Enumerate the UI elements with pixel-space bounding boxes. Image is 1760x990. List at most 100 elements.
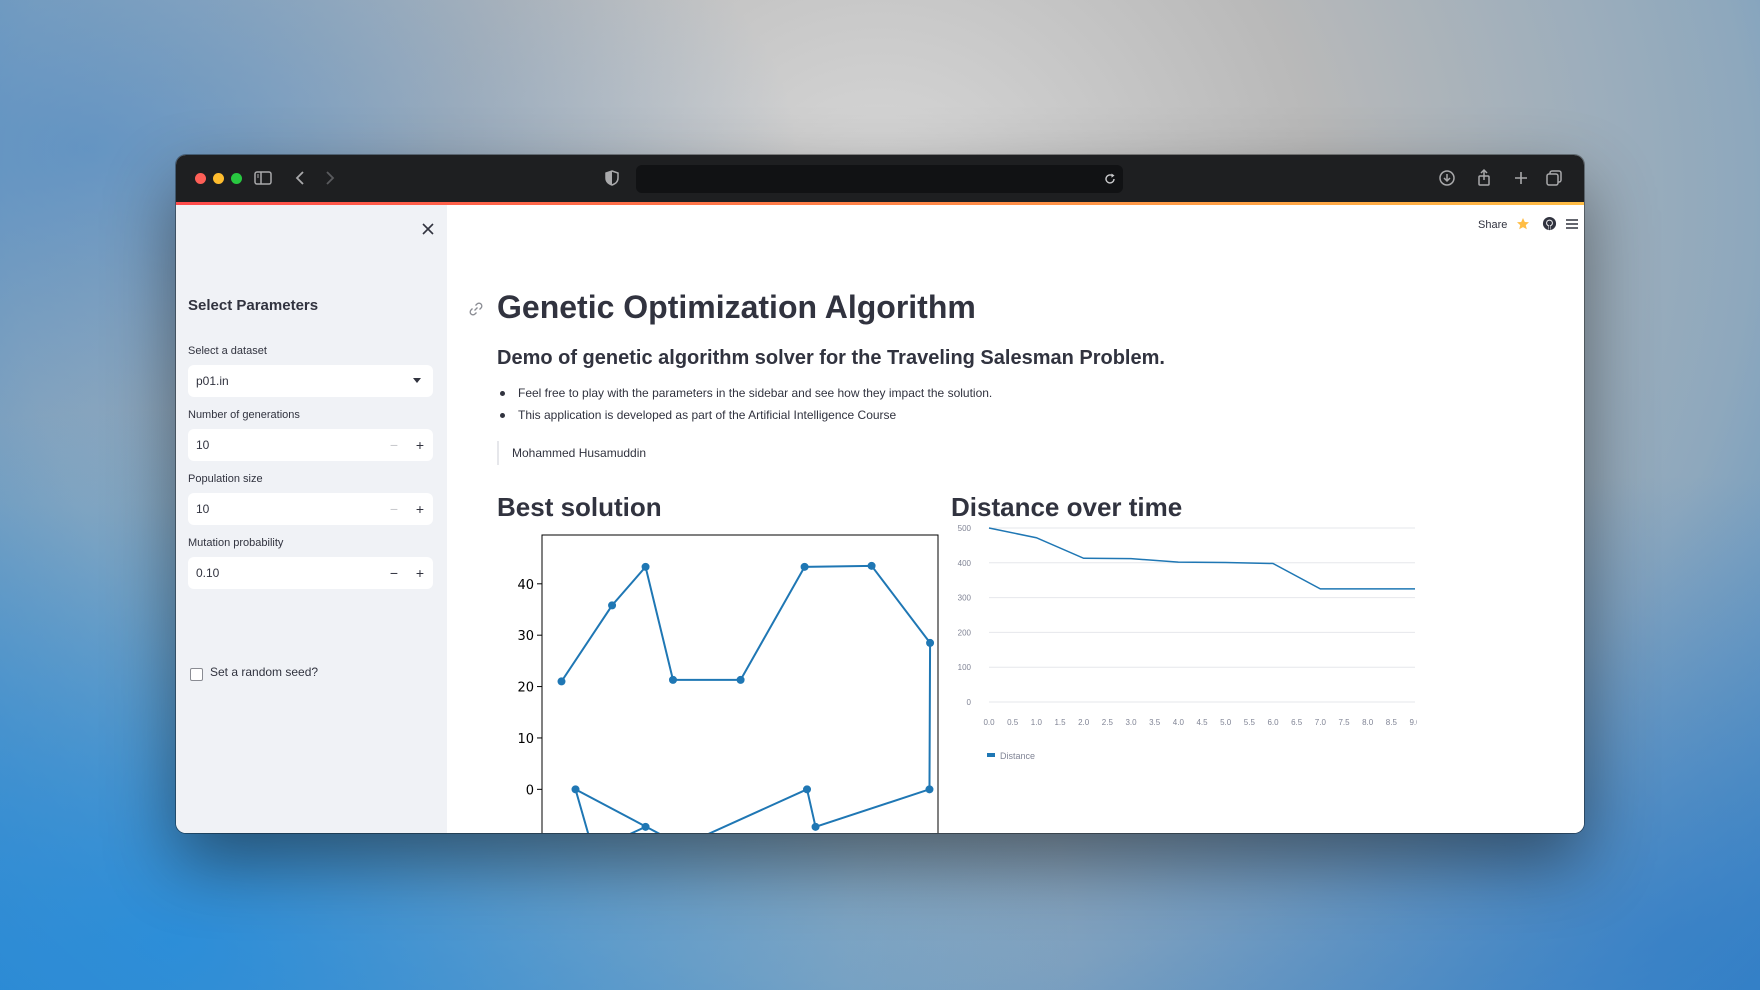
generations-input[interactable]: 10 − + [188,429,433,461]
mutation-increment-button[interactable]: + [407,557,433,589]
x-tick-label: 4.0 [1173,718,1185,727]
city-point [867,561,876,570]
star-icon[interactable] [1516,217,1530,231]
city-point [557,677,566,686]
distance-heading: Distance over time [951,492,1183,522]
x-tick-label: 2.5 [1102,718,1114,727]
generations-increment-button[interactable]: + [407,429,433,461]
generations-decrement-button[interactable]: − [381,429,407,461]
forward-icon[interactable] [318,167,340,189]
generations-value[interactable]: 10 [196,438,209,452]
y-tick-label: 30 [517,629,534,644]
population-value[interactable]: 10 [196,502,209,516]
best-solution-chart: 40 30 20 10 0 [517,534,939,833]
bullet-icon [500,413,505,418]
close-window-button[interactable] [195,173,206,184]
new-tab-icon[interactable] [1510,167,1532,189]
x-tick-label: 9.0 [1409,718,1417,727]
x-tick-label: 3.5 [1149,718,1161,727]
x-tick-label: 7.0 [1315,718,1327,727]
sidebar-toggle-icon[interactable] [252,167,274,189]
zoom-window-button[interactable] [231,173,242,184]
sidebar-title: Select Parameters [188,297,319,314]
x-tick-label: 5.5 [1244,718,1256,727]
x-tick-label: 1.5 [1054,718,1066,727]
github-icon[interactable] [1542,216,1557,231]
city-point [803,785,812,794]
author-quote: Mohammed Husamuddin [497,441,646,465]
x-tick-label: 8.0 [1362,718,1374,727]
x-tick-label: 6.0 [1267,718,1279,727]
address-bar[interactable] [636,165,1123,193]
x-tick-label: 3.0 [1125,718,1137,727]
tab-overview-icon[interactable] [1543,167,1565,189]
download-icon[interactable] [1436,167,1458,189]
x-tick-label: 4.5 [1196,718,1208,727]
city-point [926,638,935,647]
hamburger-menu-icon[interactable] [1565,217,1579,231]
x-tick-label: 0.0 [983,718,995,727]
mutation-input[interactable]: 0.10 − + [188,557,433,589]
link-anchor-icon[interactable] [468,301,484,317]
y-tick-label: 0 [526,783,534,798]
x-tick-label: 1.0 [1031,718,1043,727]
city-point [736,675,745,684]
dataset-select[interactable]: p01.in [188,365,433,397]
main-content: Share Genetic Optimization Algorithm Dem… [447,205,1584,833]
reload-icon[interactable] [1103,172,1117,186]
list-item: Feel free to play with the parameters in… [497,385,992,407]
city-point [608,601,617,610]
x-tick-label: 7.5 [1338,718,1350,727]
legend-swatch [987,753,995,757]
mutation-value[interactable]: 0.10 [196,566,219,580]
population-increment-button[interactable]: + [407,493,433,525]
y-tick-label: 300 [958,594,972,603]
x-tick-label: 0.5 [1007,718,1019,727]
distance-chart: 500 400 300 200 100 0 0.0 0.5 1.0 1.5 2.0 2.5 3.0 3.5… [958,524,1417,761]
random-seed-checkbox[interactable] [190,668,203,681]
mutation-decrement-button[interactable]: − [381,557,407,589]
mutation-label: Mutation probability [188,537,284,549]
random-seed-label[interactable]: Set a random seed? [210,665,318,679]
info-list: Feel free to play with the parameters in… [497,385,992,429]
generations-label: Number of generations [188,409,300,421]
best-solution-heading: Best solution [497,492,662,522]
plot-frame [541,534,939,833]
city-point [925,785,934,794]
legend-label: Distance [1000,751,1035,761]
x-tick-label: 5.0 [1220,718,1232,727]
share-button[interactable]: Share [1478,219,1507,231]
population-decrement-button[interactable]: − [381,493,407,525]
city-point [668,675,677,684]
privacy-shield-icon[interactable] [601,167,623,189]
city-point [641,562,650,571]
y-tick-label: 400 [958,559,972,568]
city-point [800,562,809,571]
city-point [571,785,580,794]
y-tick-label: 500 [958,524,972,533]
y-tick-label: 40 [517,578,534,593]
dataset-label: Select a dataset [188,345,267,357]
y-tick-label: 20 [517,681,534,696]
minimize-window-button[interactable] [213,173,224,184]
close-sidebar-icon[interactable] [420,221,436,237]
page-title: Genetic Optimization Algorithm [497,289,976,325]
population-input[interactable]: 10 − + [188,493,433,525]
share-sheet-icon[interactable] [1473,167,1495,189]
browser-titlebar [176,155,1584,202]
city-point [641,822,650,831]
chevron-down-icon [413,378,421,383]
bullet-icon [500,391,505,396]
route-line [560,564,932,833]
sidebar: Select Parameters Select a dataset p01.i… [176,205,447,833]
dataset-value: p01.in [196,374,229,388]
back-icon[interactable] [290,167,312,189]
population-label: Population size [188,473,263,485]
y-tick-label: 10 [517,732,534,747]
x-tick-label: 2.0 [1078,718,1090,727]
y-tick-label: 200 [958,628,972,637]
y-tick-label: 0 [967,698,972,707]
distance-series-line [988,527,1415,590]
page-subtitle: Demo of genetic algorithm solver for the… [497,347,1165,369]
browser-window: Select Parameters Select a dataset p01.i… [176,155,1584,833]
